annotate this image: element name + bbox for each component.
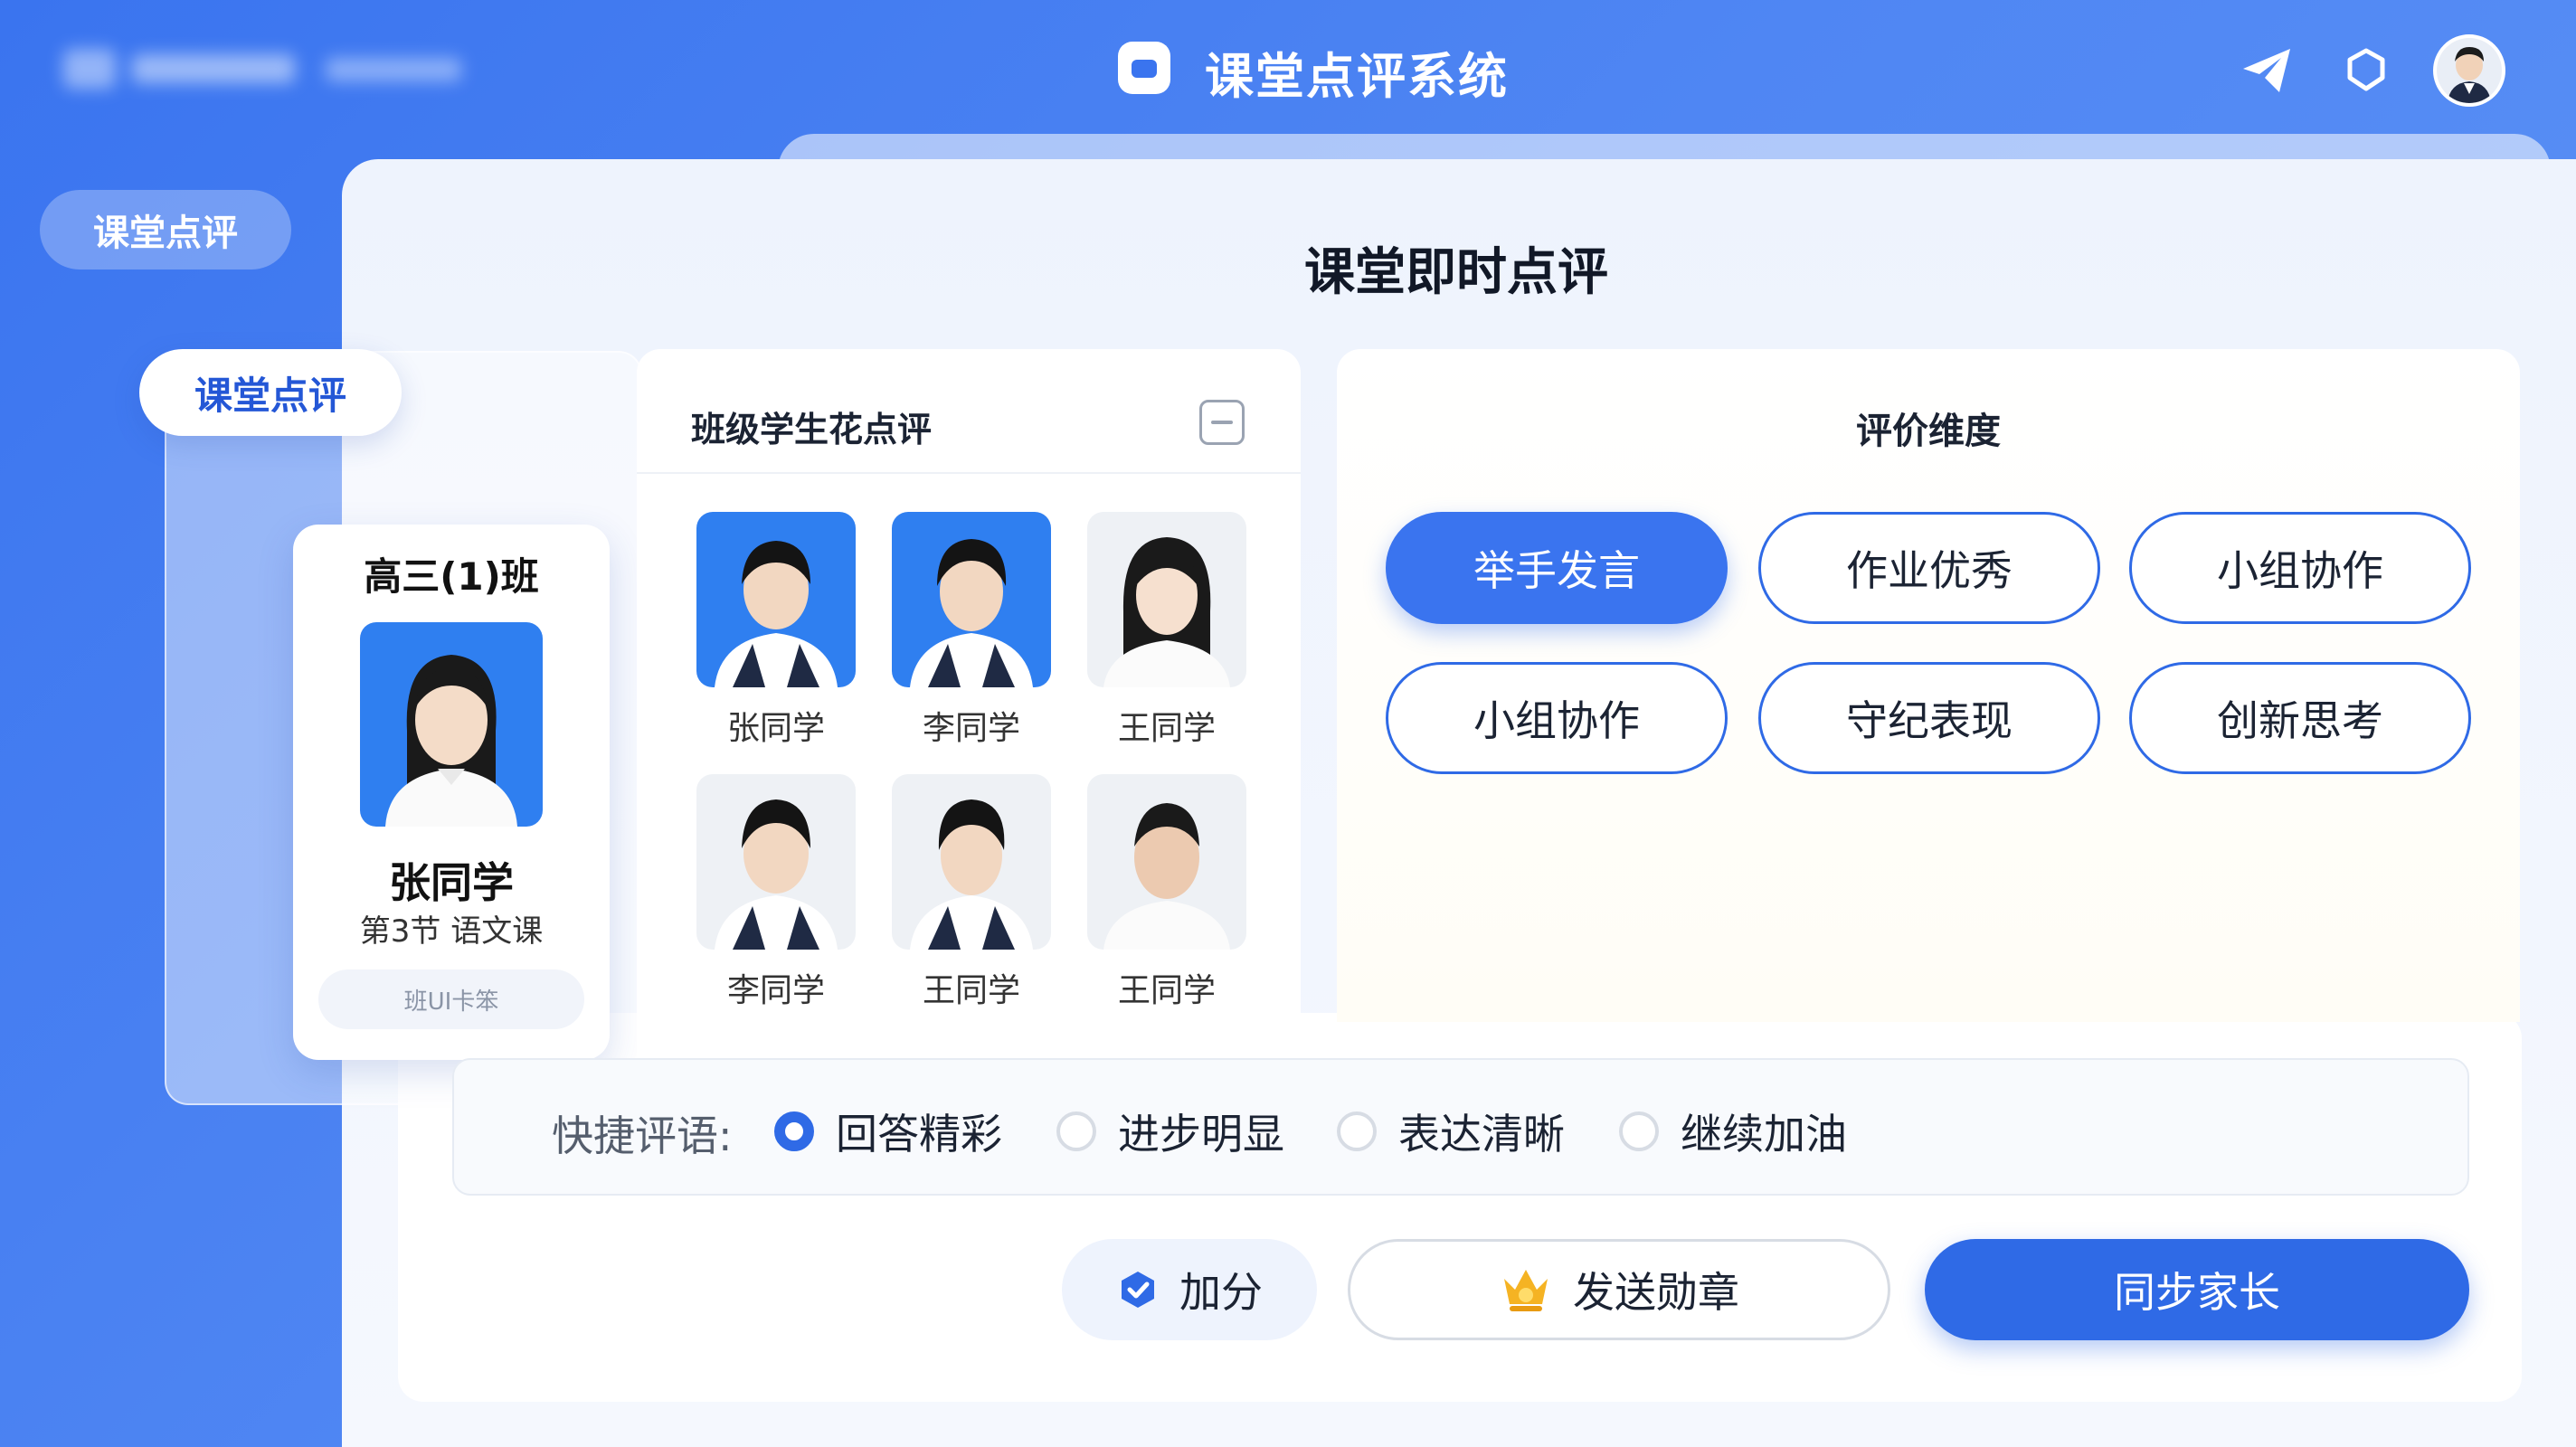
- student-tile[interactable]: 王同学: [892, 774, 1051, 1011]
- radio-icon: [1619, 1111, 1659, 1151]
- student-photo: [892, 774, 1051, 950]
- student-tile[interactable]: 王同学: [1087, 512, 1246, 749]
- radio-icon: [774, 1111, 814, 1151]
- dimension-group-work[interactable]: 小组协作: [1386, 662, 1728, 774]
- page-title: 课堂即时点评: [1304, 243, 1608, 302]
- add-points-label: 加分: [1179, 1268, 1263, 1317]
- radio-icon: [1056, 1111, 1096, 1151]
- evaluation-title: 评价维度: [1856, 411, 2001, 452]
- student-tile[interactable]: 李同学: [892, 512, 1051, 749]
- student-photo: [892, 512, 1051, 687]
- option-label: 进步明显: [1118, 1110, 1284, 1159]
- student-name: 王同学: [1117, 710, 1216, 747]
- quick-comment-option[interactable]: 进步明显: [1056, 1102, 1284, 1161]
- roster-title: 班级学生花点评: [691, 410, 933, 449]
- student-photo: [696, 774, 856, 950]
- crown-medal-icon: [1499, 1263, 1553, 1317]
- student-photo: [696, 512, 856, 687]
- dimension-innovation[interactable]: 创新思考: [2129, 662, 2471, 774]
- dimension-homework[interactable]: 作业优秀: [1758, 512, 2100, 624]
- dimension-raise-hand[interactable]: 举手发言: [1386, 512, 1728, 624]
- quick-comment-option[interactable]: 回答精彩: [774, 1102, 1002, 1161]
- student-name: 李同学: [726, 972, 825, 1009]
- tab-classroom-review[interactable]: 课堂点评: [139, 349, 402, 436]
- radio-icon: [1337, 1111, 1377, 1151]
- class-roster-panel: 班级学生花点评 张同学 李同学 王同学 李同学 王同学 王同学: [637, 349, 1301, 1064]
- quick-comments: 快捷评语: 回答精彩 进步明显 表达清晰 继续加油: [452, 1058, 2469, 1196]
- student-tile[interactable]: 李同学: [696, 774, 856, 1011]
- app-logo-icon: [1118, 42, 1170, 94]
- student-name: 王同学: [1117, 972, 1216, 1009]
- lesson-info: 第3节 语文课: [359, 913, 544, 950]
- student-photo: [1087, 512, 1246, 687]
- send-icon[interactable]: [2238, 42, 2296, 99]
- dimension-discipline[interactable]: 守纪表现: [1758, 662, 2100, 774]
- quick-comment-option[interactable]: 表达清晰: [1337, 1102, 1565, 1161]
- blurred-brand-logo: [63, 49, 461, 89]
- quick-comments-label: 快捷评语:: [552, 1111, 733, 1160]
- student-tag[interactable]: 班UI卡笨: [318, 969, 584, 1029]
- chat-bubble-icon[interactable]: [2337, 42, 2395, 99]
- student-name: 张同学: [389, 858, 514, 907]
- student-photo: [1087, 774, 1246, 950]
- divider: [637, 472, 1301, 474]
- quick-comment-option[interactable]: 继续加油: [1619, 1102, 1847, 1161]
- student-name: 王同学: [922, 972, 1020, 1009]
- shield-check-icon: [1116, 1268, 1160, 1311]
- class-name: 高三(1)班: [364, 554, 539, 599]
- app-title: 课堂点评系统: [1205, 48, 1509, 105]
- student-tile[interactable]: 张同学: [696, 512, 856, 749]
- user-avatar[interactable]: [2433, 34, 2505, 107]
- send-medal-label: 发送勋章: [1573, 1268, 1739, 1317]
- option-label: 回答精彩: [836, 1110, 1002, 1159]
- dimension-group-work[interactable]: 小组协作: [2129, 512, 2471, 624]
- option-label: 继续加油: [1681, 1110, 1847, 1159]
- student-name: 张同学: [726, 710, 825, 747]
- student-name: 李同学: [922, 710, 1020, 747]
- student-photo: [360, 622, 543, 827]
- sidebar-item-classroom-review[interactable]: 课堂点评: [40, 190, 291, 270]
- selected-student-card[interactable]: 高三(1)班 张同学 第3节 语文课 班UI卡笨: [293, 525, 610, 1060]
- top-bar: 课堂点评系统: [0, 0, 2576, 136]
- collapse-icon[interactable]: [1199, 400, 1245, 445]
- add-points-button[interactable]: 加分: [1062, 1239, 1317, 1340]
- option-label: 表达清晰: [1398, 1110, 1565, 1159]
- sync-parents-button[interactable]: 同步家长: [1925, 1239, 2469, 1340]
- send-medal-button[interactable]: 发送勋章: [1348, 1239, 1890, 1340]
- student-tile[interactable]: 王同学: [1087, 774, 1246, 1011]
